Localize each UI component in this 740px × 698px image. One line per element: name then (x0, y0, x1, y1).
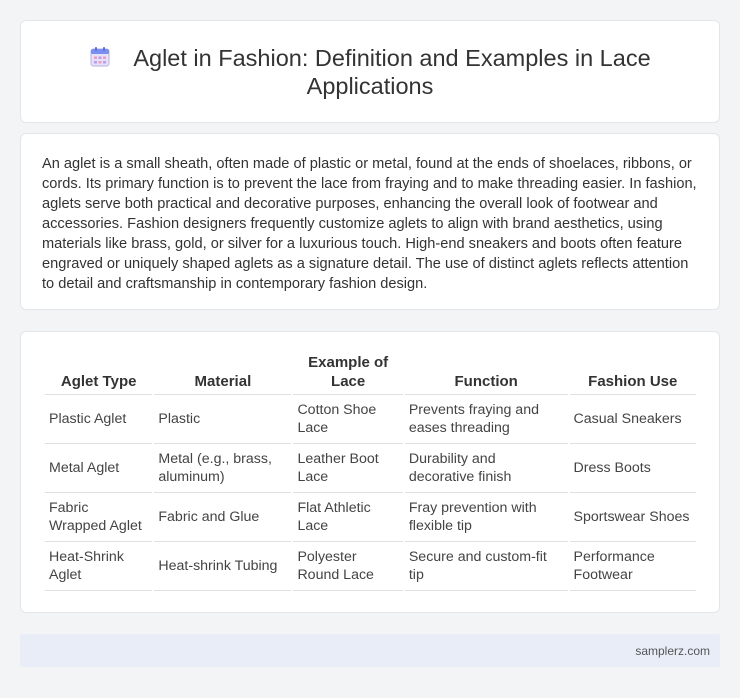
table-header-row: Aglet Type Material Example of Lace Func… (45, 353, 696, 395)
aglet-table: Aglet Type Material Example of Lace Func… (43, 353, 698, 591)
table-cell: Fabric and Glue (154, 493, 292, 542)
page-title-wrap: Aglet in Fashion: Definition and Example… (21, 44, 719, 100)
table-cell: Cotton Shoe Lace (293, 395, 403, 444)
table-cell: Heat-Shrink Aglet (45, 542, 153, 591)
table-cell: Secure and custom-fit tip (404, 542, 568, 591)
table-row: Heat-Shrink Aglet Heat-shrink Tubing Pol… (45, 542, 696, 591)
table-cell: Dress Boots (569, 444, 696, 493)
table-cell: Plastic Aglet (45, 395, 153, 444)
table-row: Metal Aglet Metal (e.g., brass, aluminum… (45, 444, 696, 493)
column-header-material: Material (154, 353, 292, 395)
calendar-icon (90, 47, 110, 67)
column-header-fashion-use: Fashion Use (569, 353, 696, 395)
table-cell: Performance Footwear (569, 542, 696, 591)
table-row: Plastic Aglet Plastic Cotton Shoe Lace P… (45, 395, 696, 444)
table-cell: Polyester Round Lace (293, 542, 403, 591)
title-card: Aglet in Fashion: Definition and Example… (20, 20, 720, 123)
table-cell: Heat-shrink Tubing (154, 542, 292, 591)
footer-site-link[interactable]: samplerz.com (635, 644, 710, 658)
table-cell: Metal (e.g., brass, aluminum) (154, 444, 292, 493)
table-cell: Casual Sneakers (569, 395, 696, 444)
table-cell: Metal Aglet (45, 444, 153, 493)
table-cell: Sportswear Shoes (569, 493, 696, 542)
footer-bar: samplerz.com (20, 634, 720, 667)
table-cell: Plastic (154, 395, 292, 444)
table-card: Aglet Type Material Example of Lace Func… (20, 331, 720, 613)
table-cell: Leather Boot Lace (293, 444, 403, 493)
table-cell: Prevents fraying and eases threading (404, 395, 568, 444)
table-cell: Durability and decorative finish (404, 444, 568, 493)
column-header-example-of-lace: Example of Lace (293, 353, 403, 395)
intro-paragraph: An aglet is a small sheath, often made o… (42, 156, 697, 292)
table-cell: Fabric Wrapped Aglet (45, 493, 153, 542)
column-header-function: Function (404, 353, 568, 395)
table-row: Fabric Wrapped Aglet Fabric and Glue Fla… (45, 493, 696, 542)
table-cell: Flat Athletic Lace (293, 493, 403, 542)
intro-card: An aglet is a small sheath, often made o… (20, 133, 720, 310)
table-cell: Fray prevention with flexible tip (404, 493, 568, 542)
page-title: Aglet in Fashion: Definition and Example… (133, 45, 651, 99)
column-header-aglet-type: Aglet Type (45, 353, 153, 395)
